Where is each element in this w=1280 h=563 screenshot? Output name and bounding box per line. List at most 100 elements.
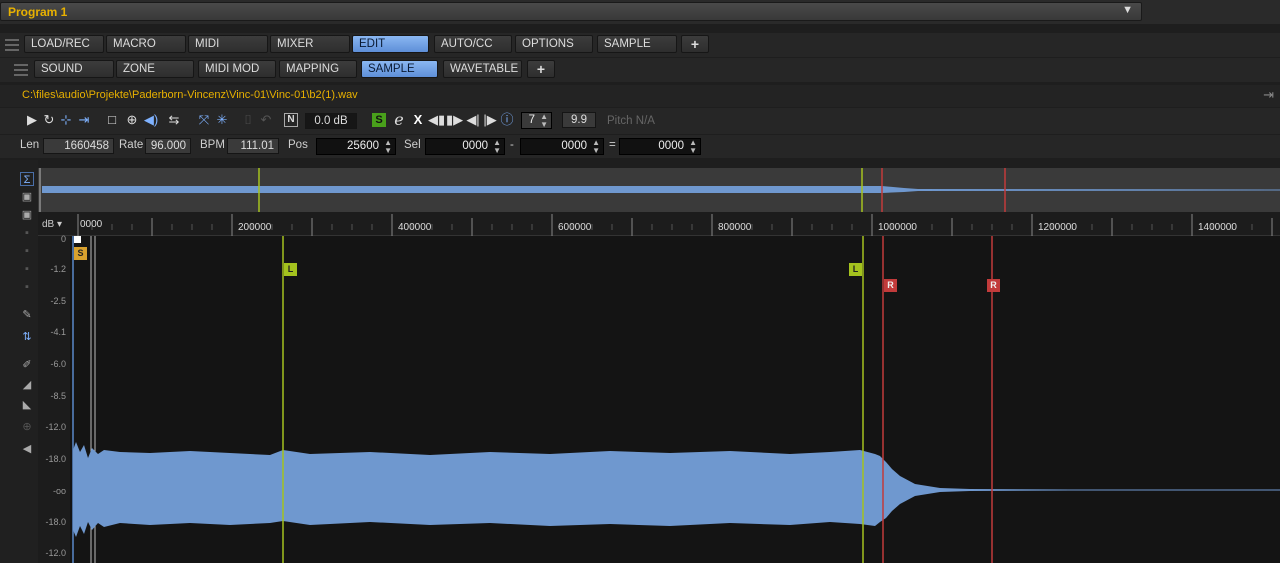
db-tick: -2.5: [50, 296, 66, 306]
waveform-editor[interactable]: S L L R R: [70, 236, 1280, 563]
play-icon[interactable]: ▶: [24, 112, 40, 128]
swap-icon[interactable]: ⇆: [166, 112, 182, 128]
s-icon[interactable]: S: [372, 113, 386, 127]
cursor-play-icon[interactable]: ⇥: [76, 112, 92, 128]
stepper-arrows-icon[interactable]: ▲ ▼: [689, 139, 697, 155]
undo-icon[interactable]: ↶: [258, 112, 274, 128]
sel-end-stepper[interactable]: 0000 ▲ ▼: [520, 138, 604, 155]
x-icon[interactable]: X: [410, 112, 426, 128]
fade-out-icon[interactable]: ◣: [20, 398, 34, 412]
add-subtab-button[interactable]: +: [527, 60, 555, 78]
tick-1200000: 1200000: [1038, 222, 1077, 233]
move-left-icon[interactable]: ◀▮: [428, 112, 445, 128]
pitch-label: Pitch N/A: [607, 115, 655, 127]
release-marker[interactable]: R: [884, 279, 897, 292]
loop-end-marker[interactable]: L: [849, 263, 862, 276]
tab-midi[interactable]: MIDI: [188, 35, 268, 53]
zero-crossing-icon[interactable]: ✳: [214, 112, 230, 128]
chevron-down-icon[interactable]: ▼: [1122, 4, 1133, 16]
fade-in-icon[interactable]: ◢: [20, 378, 34, 392]
db-unit-label: dB: [42, 219, 55, 230]
sel-len-value: 0000: [658, 140, 684, 152]
loop-start-marker[interactable]: L: [284, 263, 297, 276]
view2-icon[interactable]: ▣: [20, 208, 34, 222]
db-tick: -12.0: [45, 422, 66, 432]
crossfade-icon[interactable]: ⤧: [196, 112, 212, 128]
view5-icon[interactable]: ▪: [20, 262, 34, 276]
grip-icon[interactable]: [5, 39, 19, 51]
db-tick: -4.1: [50, 327, 66, 337]
move-right-icon[interactable]: ▮▶: [446, 112, 463, 128]
db-tick: -18.0: [45, 517, 66, 527]
db-scale: 0 -1.2 -2.5 -4.1 -6.0 -8.5 -12.0 -18.0 -…: [38, 234, 70, 563]
rate-field[interactable]: 96.000: [145, 138, 191, 154]
tab-options[interactable]: OPTIONS: [515, 35, 593, 53]
select-tool-icon[interactable]: ⇅: [20, 330, 34, 344]
db-tick: -12.0: [45, 548, 66, 558]
tick-200000: 200000: [238, 222, 272, 233]
sample-ruler[interactable]: 0000 200000 400000 600000 800000 1000000…: [38, 212, 1280, 236]
pos-stepper[interactable]: 25600 ▲ ▼: [316, 138, 396, 155]
main-tab-row: LOAD/REC MACRO MIDI MIXER EDIT AUTO/CC O…: [0, 33, 1280, 57]
tab-mapping[interactable]: MAPPING: [279, 60, 357, 78]
stepper-arrows-icon[interactable]: ▲ ▼: [592, 139, 600, 155]
waveform-overview[interactable]: [38, 168, 1280, 212]
len-field[interactable]: 1660458: [43, 138, 114, 154]
waveform: [73, 442, 1280, 537]
bpm-field[interactable]: 111.01: [227, 138, 279, 154]
e-icon[interactable]: e: [391, 112, 407, 128]
tab-sample[interactable]: SAMPLE: [597, 35, 677, 53]
tab-mixer[interactable]: MIXER: [270, 35, 350, 53]
db-unit-dropdown[interactable]: dB ▾: [42, 219, 62, 230]
speaker-icon[interactable]: ◀): [143, 112, 159, 128]
sel-len-stepper[interactable]: 0000 ▲ ▼: [619, 138, 701, 155]
sel-start-stepper[interactable]: 0000 ▲ ▼: [425, 138, 505, 155]
resize-icon[interactable]: ⇥: [1263, 87, 1274, 103]
gain-field[interactable]: 0.0 dB: [305, 113, 357, 129]
bpm-label: BPM: [200, 139, 225, 151]
view4-icon[interactable]: ▪: [20, 244, 34, 258]
grip-icon[interactable]: [14, 64, 28, 76]
zoom-tool-icon[interactable]: ⊕: [20, 420, 34, 434]
view3-icon[interactable]: ▪: [20, 226, 34, 240]
db-tick: -oo: [52, 486, 66, 496]
tab-macro[interactable]: MACRO: [106, 35, 186, 53]
pos-label: Pos: [288, 139, 308, 151]
tab-zone[interactable]: ZONE: [116, 60, 194, 78]
file-path: C:\files\audio\Projekte\Paderborn-Vincen…: [22, 89, 358, 101]
pencil-tool-icon[interactable]: ✎: [20, 308, 34, 322]
crossfade-stepper[interactable]: 7 ▲ ▼: [521, 112, 552, 129]
program-selector[interactable]: Program 1 ▼: [0, 2, 1142, 21]
snap-icon[interactable]: ⊹: [58, 112, 74, 128]
view6-icon[interactable]: ▪: [20, 280, 34, 294]
edit-toolbar: ▶ ↻ ⊹ ⇥ □ ⊕ ◀) ⇆ ⤧ ✳ ⌷ ↶ N 0.0 dB S e X …: [0, 108, 1280, 134]
crossfade-value: 7: [528, 114, 535, 126]
stepper-arrows-icon[interactable]: ▲ ▼: [384, 139, 392, 155]
start-marker[interactable]: S: [74, 247, 87, 260]
normalize-icon[interactable]: N: [284, 113, 298, 127]
tab-load-rec[interactable]: LOAD/REC: [24, 35, 104, 53]
db-tick: -6.0: [50, 359, 66, 369]
view1-icon[interactable]: ▣: [20, 190, 34, 204]
tab-wavetable[interactable]: WAVETABLE: [443, 60, 522, 78]
sum-icon[interactable]: Σ: [20, 172, 34, 186]
mute-icon[interactable]: ◀: [20, 442, 34, 456]
value-field[interactable]: 9.9: [562, 112, 596, 128]
release-marker-2[interactable]: R: [987, 279, 1000, 292]
info-icon[interactable]: ⓘ: [499, 112, 515, 128]
tab-auto-cc[interactable]: AUTO/CC: [434, 35, 512, 53]
add-tab-button[interactable]: +: [681, 35, 709, 53]
zoom-icon[interactable]: ⊕: [124, 112, 140, 128]
tab-midi-mod[interactable]: MIDI MOD: [198, 60, 276, 78]
stepper-arrows-icon[interactable]: ▲ ▼: [493, 139, 501, 155]
loop-play-icon[interactable]: ↻: [41, 112, 57, 128]
tab-edit[interactable]: EDIT: [352, 35, 429, 53]
crop-icon[interactable]: ⌷: [240, 112, 256, 128]
tab-sound[interactable]: SOUND: [34, 60, 114, 78]
nudge-right-icon[interactable]: |▶: [482, 112, 498, 128]
select-box-icon[interactable]: □: [104, 112, 120, 128]
nudge-left-icon[interactable]: ◀|: [465, 112, 481, 128]
draw-tool-icon[interactable]: ✐: [20, 358, 34, 372]
stepper-arrows-icon[interactable]: ▲ ▼: [540, 113, 548, 129]
tab-sample-sub[interactable]: SAMPLE: [361, 60, 438, 78]
